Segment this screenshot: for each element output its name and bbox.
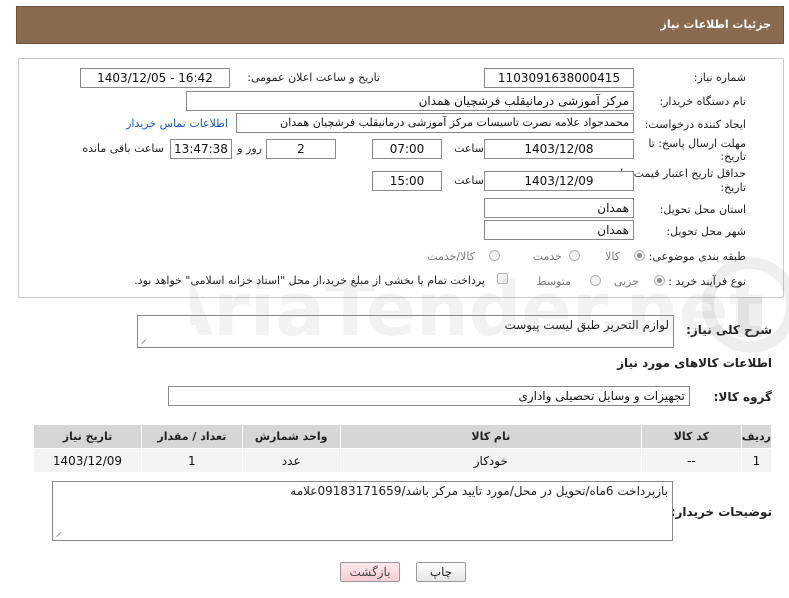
category-option-goods-service: کالا/خدمت bbox=[427, 250, 475, 263]
buyer-label: نام دستگاه خریدار: bbox=[659, 95, 746, 108]
resize-handle-icon[interactable] bbox=[141, 337, 149, 345]
cell-goods-name: خودکار bbox=[339, 448, 642, 473]
buyer-notes-text: بازپرداخت 6ماه/تحویل در محل/مورد تایید م… bbox=[290, 484, 668, 498]
treasury-payment-note: پرداخت تمام یا بخشی از مبلغ خرید،از محل … bbox=[134, 274, 485, 287]
description-label: شرح کلی نیاز: bbox=[686, 323, 772, 337]
col-header-goods-code: کد کالا bbox=[640, 424, 742, 449]
province-field: همدان bbox=[484, 198, 634, 218]
header-bar: جزئیات اطلاعات نیاز bbox=[16, 6, 784, 44]
validity-time-label: ساعت bbox=[454, 174, 484, 187]
reply-date-field: 1403/12/08 bbox=[484, 139, 634, 159]
goods-info-title: اطلاعات کالاهای مورد نیاز bbox=[617, 356, 772, 370]
col-header-row-number: ردیف bbox=[740, 424, 773, 449]
remaining-time-field: 13:47:38 bbox=[170, 139, 232, 159]
validity-date-field: 1403/12/09 bbox=[484, 171, 634, 191]
city-label: شهر محل تحویل: bbox=[666, 225, 746, 238]
announce-label: تاریخ و ساعت اعلان عمومی: bbox=[247, 71, 380, 84]
buyer-field: مرکز آموزشی درمانیقلب فرشچیان همدان bbox=[186, 91, 634, 111]
purchase-radio-medium[interactable] bbox=[590, 275, 601, 286]
col-header-goods-name: نام کالا bbox=[339, 424, 642, 449]
remaining-time-label: ساعت باقی مانده bbox=[82, 142, 164, 155]
days-label: روز و bbox=[237, 142, 262, 155]
category-option-service: خدمت bbox=[532, 250, 562, 263]
reply-deadline-label: مهلت ارسال پاسخ: تا bbox=[648, 137, 746, 150]
category-radio-goods-service[interactable] bbox=[489, 250, 500, 261]
creator-label: ایجاد کننده درخواست: bbox=[644, 118, 746, 131]
need-number-label: شماره نیاز: bbox=[693, 71, 746, 84]
items-table: ردیف کد کالا نام کالا واحد شمارش تعداد /… bbox=[33, 424, 773, 473]
reply-time-field: 07:00 bbox=[372, 139, 442, 159]
reply-time-label: ساعت bbox=[454, 142, 484, 155]
purchase-option-medium: متوسط bbox=[536, 275, 571, 288]
goods-group-field: تجهیزات و وسایل تحصیلی واداری bbox=[168, 386, 690, 406]
back-button[interactable]: بازگشت bbox=[340, 562, 400, 582]
purchase-option-minor: جزیی bbox=[613, 275, 639, 288]
description-textarea: لوازم التحریر طبق لیست پیوست bbox=[137, 315, 674, 348]
price-validity-label: حداقل تاریخ اعتبار قیمت: تا bbox=[620, 167, 746, 180]
cell-quantity: 1 bbox=[140, 448, 243, 473]
col-header-unit: واحد شمارش bbox=[241, 424, 341, 449]
city-field: همدان bbox=[484, 220, 634, 240]
days-remaining-field: 2 bbox=[266, 139, 336, 159]
announce-datetime-field: 1403/12/05 - 16:42 bbox=[80, 68, 230, 88]
notes-resize-handle-icon[interactable] bbox=[56, 530, 64, 538]
cell-unit: عدد bbox=[241, 448, 341, 473]
buyer-contact-link[interactable]: اطلاعات تماس خریدار bbox=[126, 117, 228, 130]
print-button[interactable]: چاپ bbox=[416, 562, 466, 582]
category-option-goods: کالا bbox=[605, 250, 620, 263]
buyer-notes-textarea: بازپرداخت 6ماه/تحویل در محل/مورد تایید م… bbox=[52, 481, 673, 541]
goods-group-label: گروه کالا: bbox=[713, 390, 772, 404]
need-number-field: 1103091638000415 bbox=[484, 68, 634, 88]
treasury-payment-checkbox[interactable] bbox=[497, 273, 508, 284]
cell-row-number: 1 bbox=[740, 448, 773, 473]
cell-need-date: 1403/12/09 bbox=[33, 448, 142, 473]
table-header-row: ردیف کد کالا نام کالا واحد شمارش تعداد /… bbox=[33, 424, 773, 449]
table-row: 1 -- خودکار عدد 1 1403/12/09 bbox=[33, 448, 773, 473]
purchase-radio-minor[interactable] bbox=[654, 275, 665, 286]
description-text: لوازم التحریر طبق لیست پیوست bbox=[504, 318, 669, 332]
purchase-type-label: نوع فرآیند خرید : bbox=[668, 275, 746, 288]
col-header-need-date: تاریخ نیاز bbox=[33, 424, 142, 449]
category-label: طبقه بندی موضوعی: bbox=[648, 250, 746, 263]
col-header-quantity: تعداد / مقدار bbox=[140, 424, 243, 449]
validity-time-field: 15:00 bbox=[372, 171, 442, 191]
creator-field: محمدجواد علامه نصرت تاسیسات مرکز آموزشی … bbox=[236, 113, 634, 133]
category-radio-service[interactable] bbox=[569, 250, 580, 261]
price-validity-label-2: تاریخ: bbox=[720, 181, 746, 194]
province-label: استان محل تحویل: bbox=[659, 203, 746, 216]
reply-deadline-label-2: تاریخ: bbox=[720, 150, 746, 163]
page-title: جزئیات اطلاعات نیاز bbox=[660, 18, 772, 31]
cell-goods-code: -- bbox=[640, 448, 742, 473]
category-radio-goods[interactable] bbox=[634, 250, 645, 261]
buyer-notes-label: توضیحات خریدار: bbox=[670, 505, 772, 519]
